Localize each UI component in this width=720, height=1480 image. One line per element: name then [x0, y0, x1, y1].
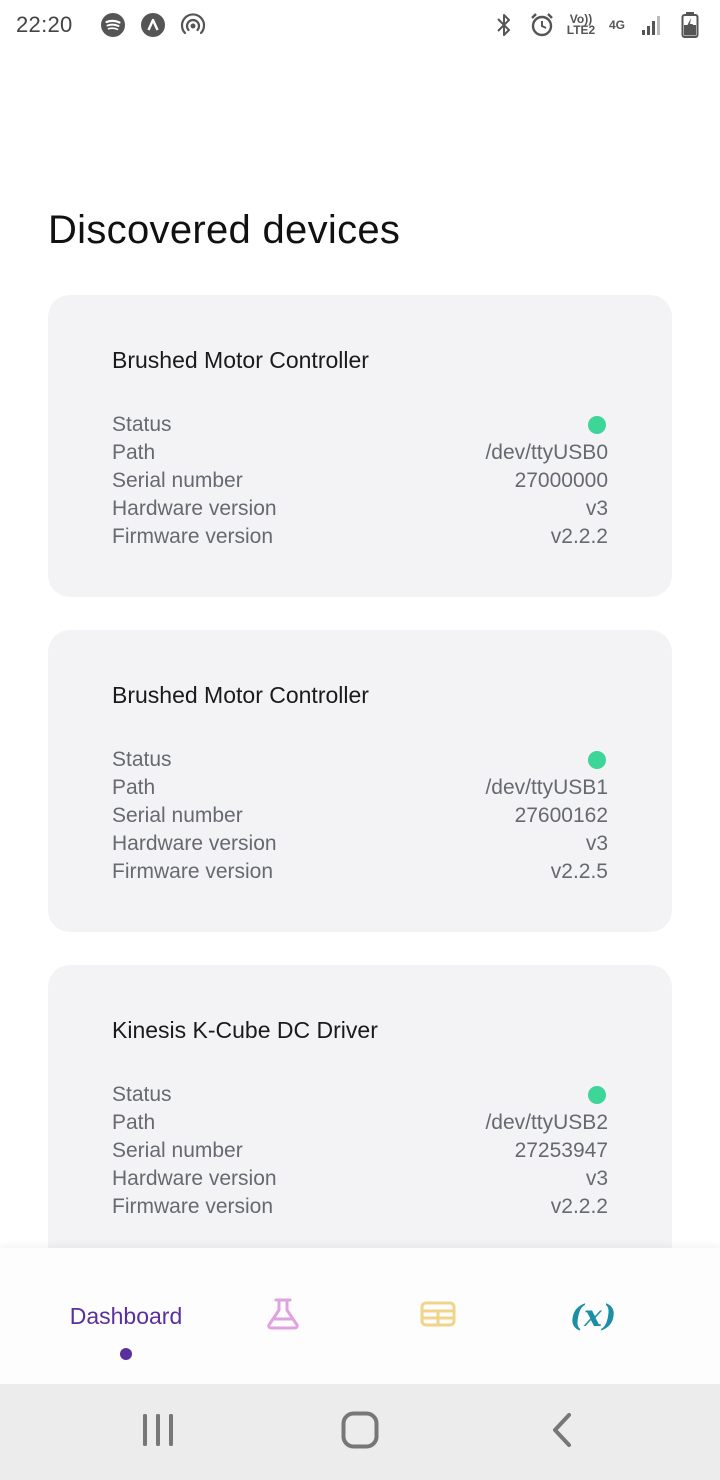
serial-value: 27253947	[514, 1139, 608, 1162]
path-value: /dev/ttyUSB1	[485, 776, 608, 799]
hardware-row: Hardware version v3	[112, 1165, 608, 1193]
status-time: 22:20	[16, 12, 73, 37]
recent-apps-icon	[140, 1413, 176, 1452]
firmware-label: Firmware version	[112, 860, 274, 883]
serial-row: Serial number 27000000	[112, 467, 608, 495]
status-label: Status	[112, 413, 172, 436]
status-indicator	[588, 751, 606, 769]
hardware-value: v3	[585, 1167, 608, 1190]
serial-label: Serial number	[112, 804, 243, 827]
hardware-label: Hardware version	[112, 1167, 277, 1190]
device-card[interactable]: Brushed Motor Controller Status Path /de…	[48, 630, 672, 932]
battery-charging-icon	[676, 11, 704, 39]
home-button[interactable]	[320, 1384, 400, 1480]
device-name: Brushed Motor Controller	[112, 347, 369, 373]
status-row: Status	[112, 1081, 608, 1109]
status-row: Status	[112, 411, 608, 439]
serial-label: Serial number	[112, 469, 243, 492]
device-card[interactable]: Kinesis K-Cube DC Driver Status Path /de…	[48, 965, 672, 1267]
volte-indicator: Vo)) LTE2	[566, 12, 596, 37]
nav-variables[interactable]: (x)	[553, 1248, 633, 1384]
nav-table[interactable]	[398, 1248, 478, 1384]
firmware-label: Firmware version	[112, 525, 274, 548]
firmware-value: v2.2.5	[550, 860, 608, 883]
serial-value: 27600162	[514, 804, 608, 827]
path-row: Path /dev/ttyUSB2	[112, 1109, 608, 1137]
path-value: /dev/ttyUSB0	[485, 441, 608, 464]
nav-dashboard[interactable]: Dashboard	[46, 1248, 206, 1384]
network-indicator: 4G	[608, 17, 625, 32]
active-tab-indicator	[120, 1348, 132, 1360]
back-icon	[550, 1412, 574, 1453]
nav-experiments[interactable]	[243, 1248, 323, 1384]
spotify-icon	[99, 11, 127, 39]
bottom-nav: Dashboard (x)	[0, 1248, 720, 1384]
status-indicator	[588, 416, 606, 434]
hardware-label: Hardware version	[112, 497, 277, 520]
back-button[interactable]	[522, 1384, 602, 1480]
device-name: Kinesis K-Cube DC Driver	[112, 1017, 378, 1043]
page-title: Discovered devices	[48, 208, 401, 252]
firmware-row: Firmware version v2.2.2	[112, 523, 608, 551]
path-label: Path	[112, 441, 156, 464]
hardware-value: v3	[585, 497, 608, 520]
alarm-icon	[528, 11, 556, 39]
app-a-icon	[139, 11, 167, 39]
nav-dashboard-label: Dashboard	[69, 1302, 183, 1329]
path-row: Path /dev/ttyUSB0	[112, 439, 608, 467]
hardware-label: Hardware version	[112, 832, 277, 855]
status-bar-right: Vo)) LTE2 4G	[490, 11, 704, 39]
serial-row: Serial number 27253947	[112, 1137, 608, 1165]
hotspot-icon	[179, 11, 207, 39]
status-bar-left: 22:20	[16, 11, 207, 39]
serial-row: Serial number 27600162	[112, 802, 608, 830]
firmware-row: Firmware version v2.2.5	[112, 858, 608, 886]
hardware-value: v3	[585, 832, 608, 855]
system-nav-bar	[0, 1384, 720, 1480]
flask-icon	[264, 1297, 302, 1336]
status-indicator	[588, 1086, 606, 1104]
status-bar: 22:20 Vo)) LTE2 4G	[0, 0, 720, 50]
path-label: Path	[112, 776, 156, 799]
path-value: /dev/ttyUSB2	[485, 1111, 608, 1134]
hardware-row: Hardware version v3	[112, 830, 608, 858]
path-label: Path	[112, 1111, 156, 1134]
variable-icon: (x)	[569, 1298, 617, 1334]
bluetooth-icon	[490, 11, 518, 39]
recent-apps-button[interactable]	[118, 1384, 198, 1480]
signal-icon	[638, 11, 666, 39]
path-row: Path /dev/ttyUSB1	[112, 774, 608, 802]
device-card[interactable]: Brushed Motor Controller Status Path /de…	[48, 295, 672, 597]
firmware-label: Firmware version	[112, 1195, 274, 1218]
firmware-row: Firmware version v2.2.2	[112, 1193, 608, 1221]
serial-label: Serial number	[112, 1139, 243, 1162]
device-name: Brushed Motor Controller	[112, 682, 369, 708]
serial-value: 27000000	[514, 469, 608, 492]
status-label: Status	[112, 1083, 172, 1106]
status-label: Status	[112, 748, 172, 771]
table-icon	[420, 1301, 456, 1332]
home-icon	[341, 1411, 379, 1454]
firmware-value: v2.2.2	[550, 1195, 608, 1218]
firmware-value: v2.2.2	[550, 525, 608, 548]
status-row: Status	[112, 746, 608, 774]
hardware-row: Hardware version v3	[112, 495, 608, 523]
